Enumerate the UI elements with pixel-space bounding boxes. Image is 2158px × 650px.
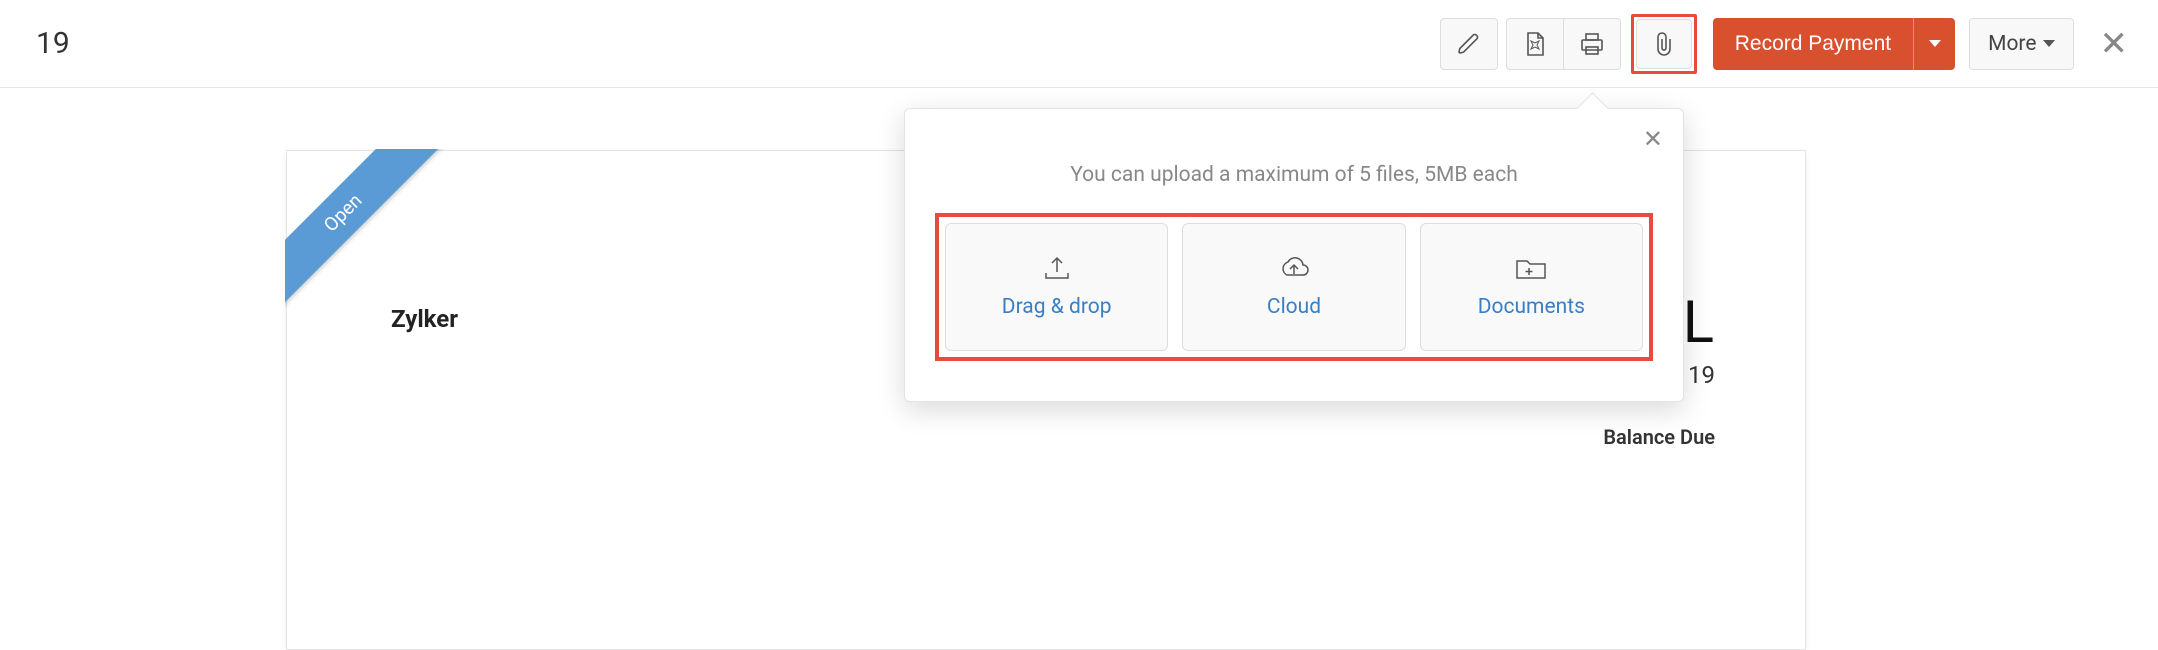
upload-hint: You can upload a maximum of 5 files, 5MB… xyxy=(935,163,1653,187)
folder-add-icon xyxy=(1514,255,1548,281)
pdf-button[interactable] xyxy=(1506,18,1564,70)
status-ribbon: Open xyxy=(285,149,455,319)
popover-close-button[interactable]: ✕ xyxy=(1643,125,1663,153)
cloud-upload-icon xyxy=(1277,255,1311,281)
print-button[interactable] xyxy=(1563,18,1621,70)
record-payment-button[interactable]: Record Payment xyxy=(1713,18,1913,70)
page-header: 19 Record Payment More xyxy=(0,0,2158,88)
attach-highlight xyxy=(1631,14,1697,74)
close-icon: ✕ xyxy=(2100,24,2129,64)
more-button[interactable]: More xyxy=(1969,18,2073,70)
upload-option-documents[interactable]: Documents xyxy=(1420,223,1643,351)
toolbar: Record Payment More ✕ xyxy=(1440,14,2128,74)
vendor-name: Zylker xyxy=(391,305,458,333)
upload-option-cloud[interactable]: Cloud xyxy=(1182,223,1405,351)
more-label: More xyxy=(1988,32,2036,56)
close-icon: ✕ xyxy=(1643,125,1663,153)
option-label: Cloud xyxy=(1267,295,1321,319)
page-number: 19 xyxy=(36,26,70,61)
pdf-icon xyxy=(1523,31,1547,57)
chevron-down-icon xyxy=(2043,40,2055,47)
chevron-down-icon xyxy=(1929,40,1941,47)
option-label: Drag & drop xyxy=(1002,295,1112,319)
pencil-icon xyxy=(1457,32,1481,56)
record-payment-split-button: Record Payment xyxy=(1713,18,1955,70)
paperclip-icon xyxy=(1653,31,1675,57)
status-badge: Open xyxy=(285,149,443,313)
upload-icon xyxy=(1042,255,1072,281)
option-label: Documents xyxy=(1478,295,1585,319)
attachment-popover: ✕ You can upload a maximum of 5 files, 5… xyxy=(904,108,1684,402)
upload-options-highlight: Drag & drop Cloud Documents xyxy=(935,213,1653,361)
record-payment-dropdown[interactable] xyxy=(1913,18,1955,70)
edit-button[interactable] xyxy=(1440,18,1498,70)
close-button[interactable]: ✕ xyxy=(2100,27,2129,61)
upload-option-drag-drop[interactable]: Drag & drop xyxy=(945,223,1168,351)
export-print-group xyxy=(1506,18,1621,70)
balance-due-label: Balance Due xyxy=(1597,425,1715,449)
attach-button[interactable] xyxy=(1636,19,1692,69)
printer-icon xyxy=(1579,32,1605,56)
